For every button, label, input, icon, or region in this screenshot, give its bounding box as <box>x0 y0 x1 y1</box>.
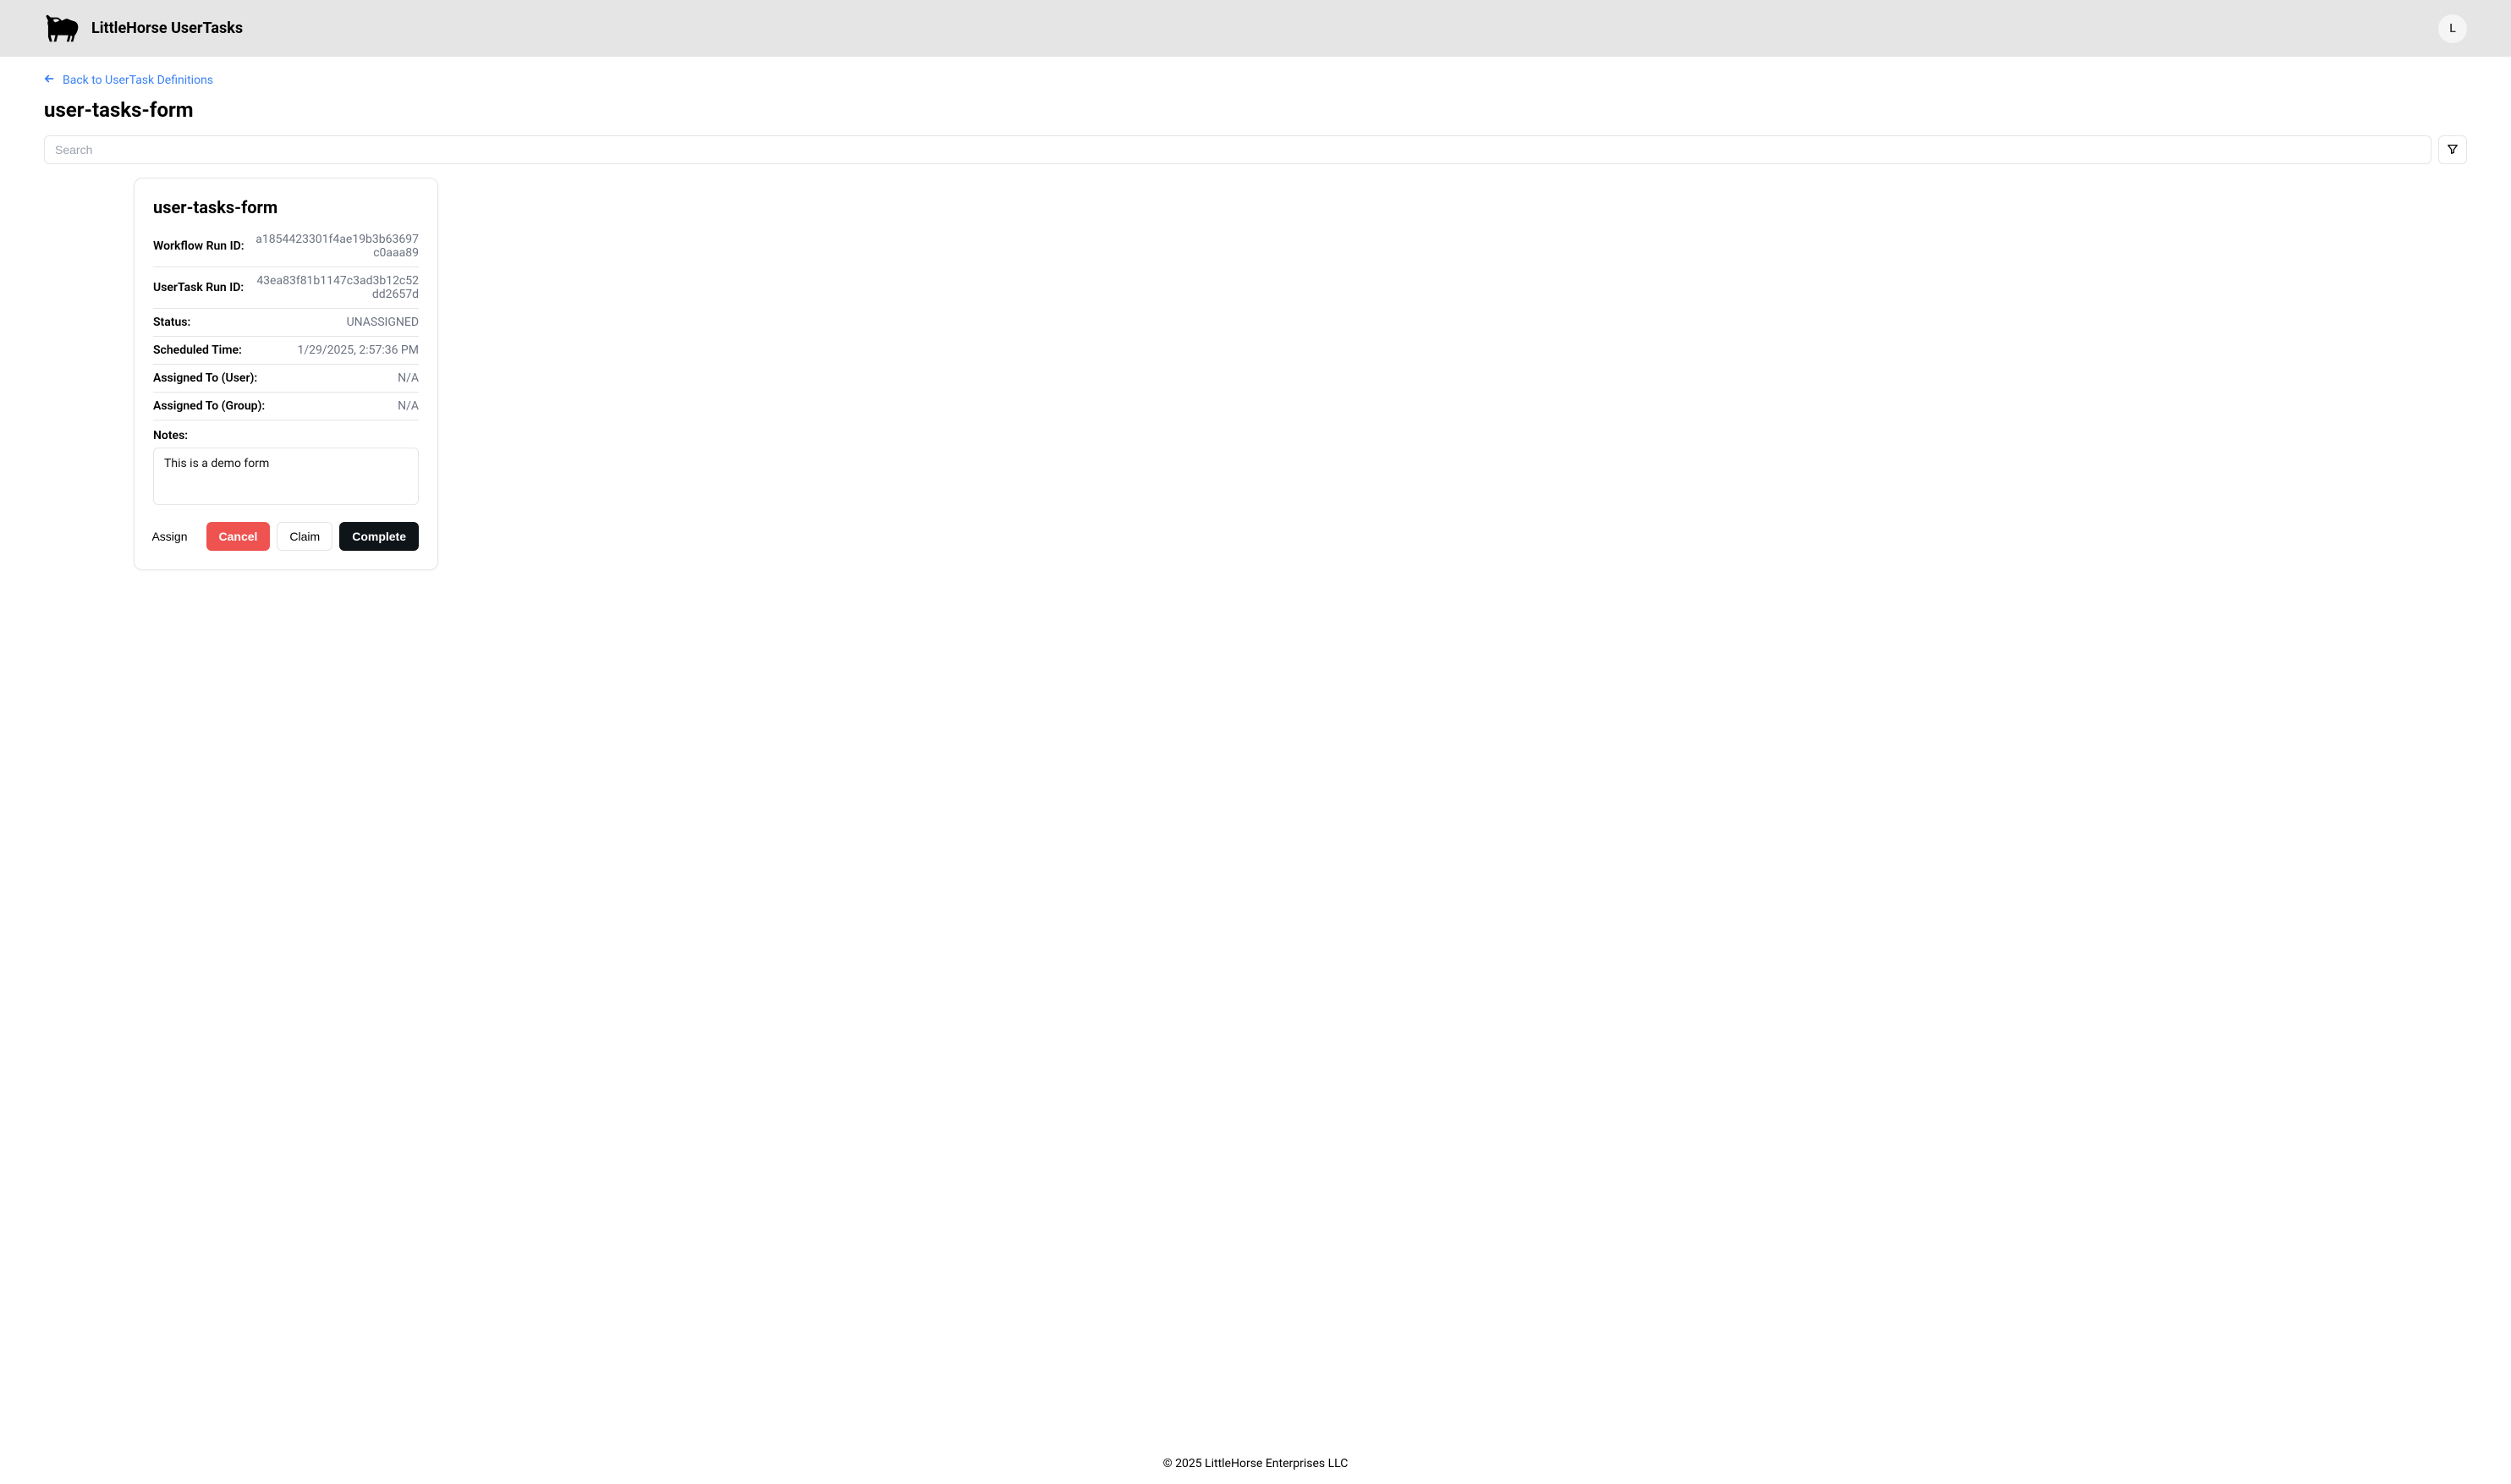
arrow-left-icon <box>44 73 56 88</box>
detail-value: N/A <box>398 399 419 413</box>
page-title: user-tasks-form <box>44 98 2467 122</box>
detail-label: Workflow Run ID: <box>153 239 245 253</box>
detail-row-workflow-run-id: Workflow Run ID: a1854423301f4ae19b3b636… <box>153 233 419 267</box>
back-link[interactable]: Back to UserTask Definitions <box>44 73 213 88</box>
footer: © 2025 LittleHorse Enterprises LLC <box>0 1443 2511 1484</box>
detail-value: 43ea83f81b1147c3ad3b12c52dd2657d <box>250 274 419 301</box>
card-area: user-tasks-form Workflow Run ID: a185442… <box>44 178 2467 570</box>
notes-box: This is a demo form <box>153 448 419 505</box>
back-link-label: Back to UserTask Definitions <box>63 74 213 87</box>
detail-label: Assigned To (User): <box>153 371 257 385</box>
detail-row-scheduled-time: Scheduled Time: 1/29/2025, 2:57:36 PM <box>153 337 419 365</box>
detail-row-assigned-user: Assigned To (User): N/A <box>153 365 419 393</box>
claim-button[interactable]: Claim <box>277 522 332 551</box>
filter-icon <box>2447 143 2459 157</box>
status-badge: UNASSIGNED <box>347 316 419 329</box>
notes-section: Notes: This is a demo form <box>153 420 419 505</box>
header-left: LittleHorse UserTasks <box>44 11 243 47</box>
button-row: Assign Cancel Claim Complete <box>153 522 419 551</box>
detail-row-assigned-group: Assigned To (Group): N/A <box>153 393 419 420</box>
app-header: LittleHorse UserTasks L <box>0 0 2511 57</box>
detail-row-status: Status: UNASSIGNED <box>153 309 419 337</box>
detail-label: Status: <box>153 316 190 329</box>
complete-button[interactable]: Complete <box>339 522 419 551</box>
horse-logo-icon <box>44 11 85 47</box>
filter-button[interactable] <box>2438 135 2467 164</box>
search-input[interactable] <box>44 135 2431 164</box>
card-title: user-tasks-form <box>153 197 419 217</box>
footer-text: © 2025 LittleHorse Enterprises LLC <box>1163 1457 1349 1470</box>
detail-label: Scheduled Time: <box>153 344 242 357</box>
detail-value: N/A <box>398 371 419 385</box>
search-row <box>44 135 2467 164</box>
cancel-button[interactable]: Cancel <box>206 522 271 551</box>
detail-label: Assigned To (Group): <box>153 399 265 413</box>
app-title: LittleHorse UserTasks <box>91 19 243 37</box>
detail-value: 1/29/2025, 2:57:36 PM <box>297 344 419 357</box>
detail-value: a1854423301f4ae19b3b63697c0aaa89 <box>251 233 419 260</box>
user-avatar[interactable]: L <box>2438 14 2467 43</box>
assign-button[interactable]: Assign <box>140 522 199 551</box>
detail-label: UserTask Run ID: <box>153 281 244 294</box>
detail-row-usertask-run-id: UserTask Run ID: 43ea83f81b1147c3ad3b12c… <box>153 267 419 309</box>
task-card: user-tasks-form Workflow Run ID: a185442… <box>134 178 438 570</box>
notes-label: Notes: <box>153 429 419 442</box>
main-content: Back to UserTask Definitions user-tasks-… <box>0 57 2511 1443</box>
